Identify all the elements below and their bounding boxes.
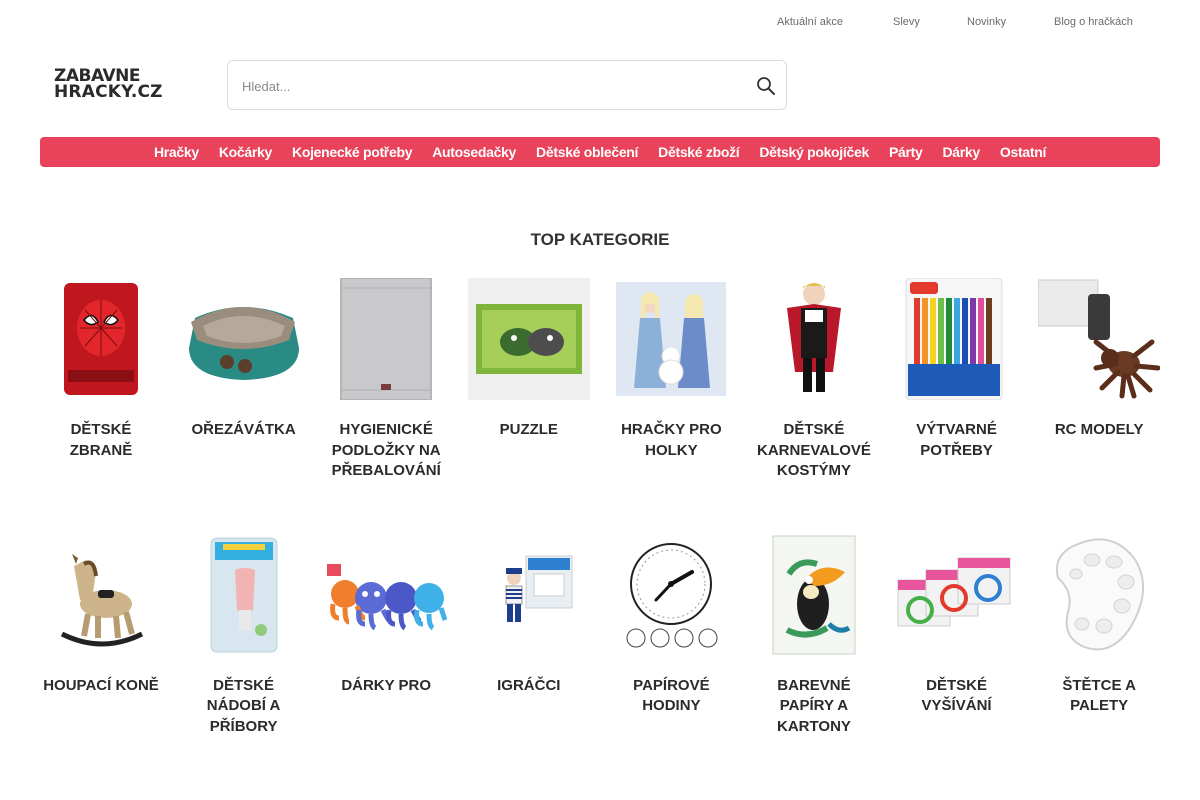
- category-label: Ořezávátka: [191, 421, 296, 438]
- top-links-bar: Aktuální akce Slevy Novinky Blog o hračk…: [0, 0, 1200, 44]
- changing-mat-icon: [325, 278, 447, 400]
- palette-icon: [1038, 534, 1160, 656]
- top-link-aktualni-akce[interactable]: Aktuální akce: [777, 16, 843, 28]
- top-link-slevy[interactable]: Slevy: [893, 16, 920, 28]
- category-label: RC modely: [1054, 421, 1144, 438]
- category-card[interactable]: Dětské vyšívání: [896, 534, 1018, 738]
- menu-item-party[interactable]: Párty: [889, 144, 923, 160]
- category-card[interactable]: Puzzle: [467, 278, 590, 482]
- spiderman-blanket-icon: [40, 278, 162, 400]
- menu-item-darky[interactable]: Dárky: [942, 144, 980, 160]
- category-label: Hygienické podložky na přebalování: [331, 421, 441, 479]
- category-card[interactable]: Dětské nádobí a příbory: [183, 534, 305, 738]
- category-label: Dětské vyšívání: [921, 676, 992, 715]
- category-card[interactable]: RC modely: [1038, 278, 1161, 482]
- search-box: [227, 60, 787, 110]
- category-card[interactable]: Hygienické podložky na přebalování: [325, 278, 447, 482]
- sharpener-icon: [183, 278, 305, 400]
- menu-item-detske-zbozi[interactable]: Dětské zboží: [658, 144, 740, 160]
- category-card[interactable]: Papírové hodiny: [610, 533, 732, 738]
- category-card[interactable]: Ořezávátka: [183, 278, 305, 482]
- category-card[interactable]: Igráčci: [468, 534, 590, 738]
- search-icon[interactable]: [756, 76, 776, 96]
- search-input[interactable]: [242, 75, 742, 97]
- rc-spider-icon: [1038, 278, 1161, 400]
- baby-feeder-icon: [183, 534, 305, 656]
- frozen-dolls-icon: [610, 278, 732, 400]
- menu-item-kocarky[interactable]: Kočárky: [219, 144, 272, 160]
- igracek-icon: [468, 534, 590, 656]
- category-label: Dětské nádobí a příbory: [206, 676, 281, 735]
- rocking-horse-icon: [40, 534, 162, 656]
- category-label: Štětce a palety: [1062, 676, 1136, 715]
- menu-item-detsky-pokojicek[interactable]: Dětský pokojíček: [759, 144, 869, 160]
- category-card[interactable]: Barevné papíry a kartony: [753, 534, 875, 738]
- section-title: TOP KATEGORIE: [530, 230, 670, 249]
- costume-icon: [753, 278, 875, 400]
- category-label: Igráčci: [497, 676, 561, 694]
- category-label: Hračky pro holky: [621, 421, 722, 459]
- category-label: Papírové hodiny: [633, 676, 710, 715]
- category-card[interactable]: Dětské karnevalové kostýmy: [753, 278, 875, 482]
- category-card[interactable]: Hračky pro holky: [610, 278, 732, 482]
- category-card[interactable]: Dárky pro: [325, 534, 448, 738]
- category-card[interactable]: Houpací koně: [40, 534, 162, 738]
- puzzle-icon: [467, 278, 590, 400]
- menu-item-ostatni[interactable]: Ostatní: [1000, 144, 1046, 160]
- category-label: Puzzle: [499, 421, 558, 438]
- category-label: Výtvarné potřeby: [916, 421, 997, 459]
- paper-clock-icon: [610, 533, 732, 656]
- category-card[interactable]: Dětské zbraně: [40, 278, 162, 482]
- category-label: Dětské karnevalové kostýmy: [757, 421, 871, 479]
- category-card[interactable]: Štětce a palety: [1038, 534, 1160, 738]
- menu-item-detske-obleceni[interactable]: Dětské oblečení: [536, 144, 638, 160]
- main-menu: Hračky Kočárky Kojenecké potřeby Autosed…: [40, 137, 1160, 167]
- menu-item-autosedacky[interactable]: Autosedačky: [432, 144, 516, 160]
- category-card[interactable]: Výtvarné potřeby: [896, 278, 1018, 482]
- top-link-novinky[interactable]: Novinky: [967, 16, 1006, 28]
- logo-line-2: HRACKY.CZ: [54, 82, 163, 102]
- site-logo[interactable]: ZABAVNE HRACKY.CZ: [54, 68, 163, 104]
- octopus-toys-icon: [325, 534, 448, 656]
- top-link-blog[interactable]: Blog o hračkách: [1054, 16, 1133, 28]
- markers-icon: [896, 278, 1018, 400]
- menu-item-kojenecke-potreby[interactable]: Kojenecké potřeby: [292, 144, 412, 160]
- embroidery-kits-icon: [896, 534, 1018, 656]
- category-label: Dětské zbraně: [69, 421, 133, 459]
- category-label: Houpací koně: [43, 676, 159, 694]
- category-grid: Dětské zbraně Ořezávátka Hygienické podl…: [40, 278, 1161, 738]
- category-label: Barevné papíry a kartony: [777, 676, 851, 735]
- menu-item-hracky[interactable]: Hračky: [154, 144, 199, 160]
- toucan-paper-icon: [753, 534, 875, 656]
- category-label: Dárky pro: [341, 676, 432, 694]
